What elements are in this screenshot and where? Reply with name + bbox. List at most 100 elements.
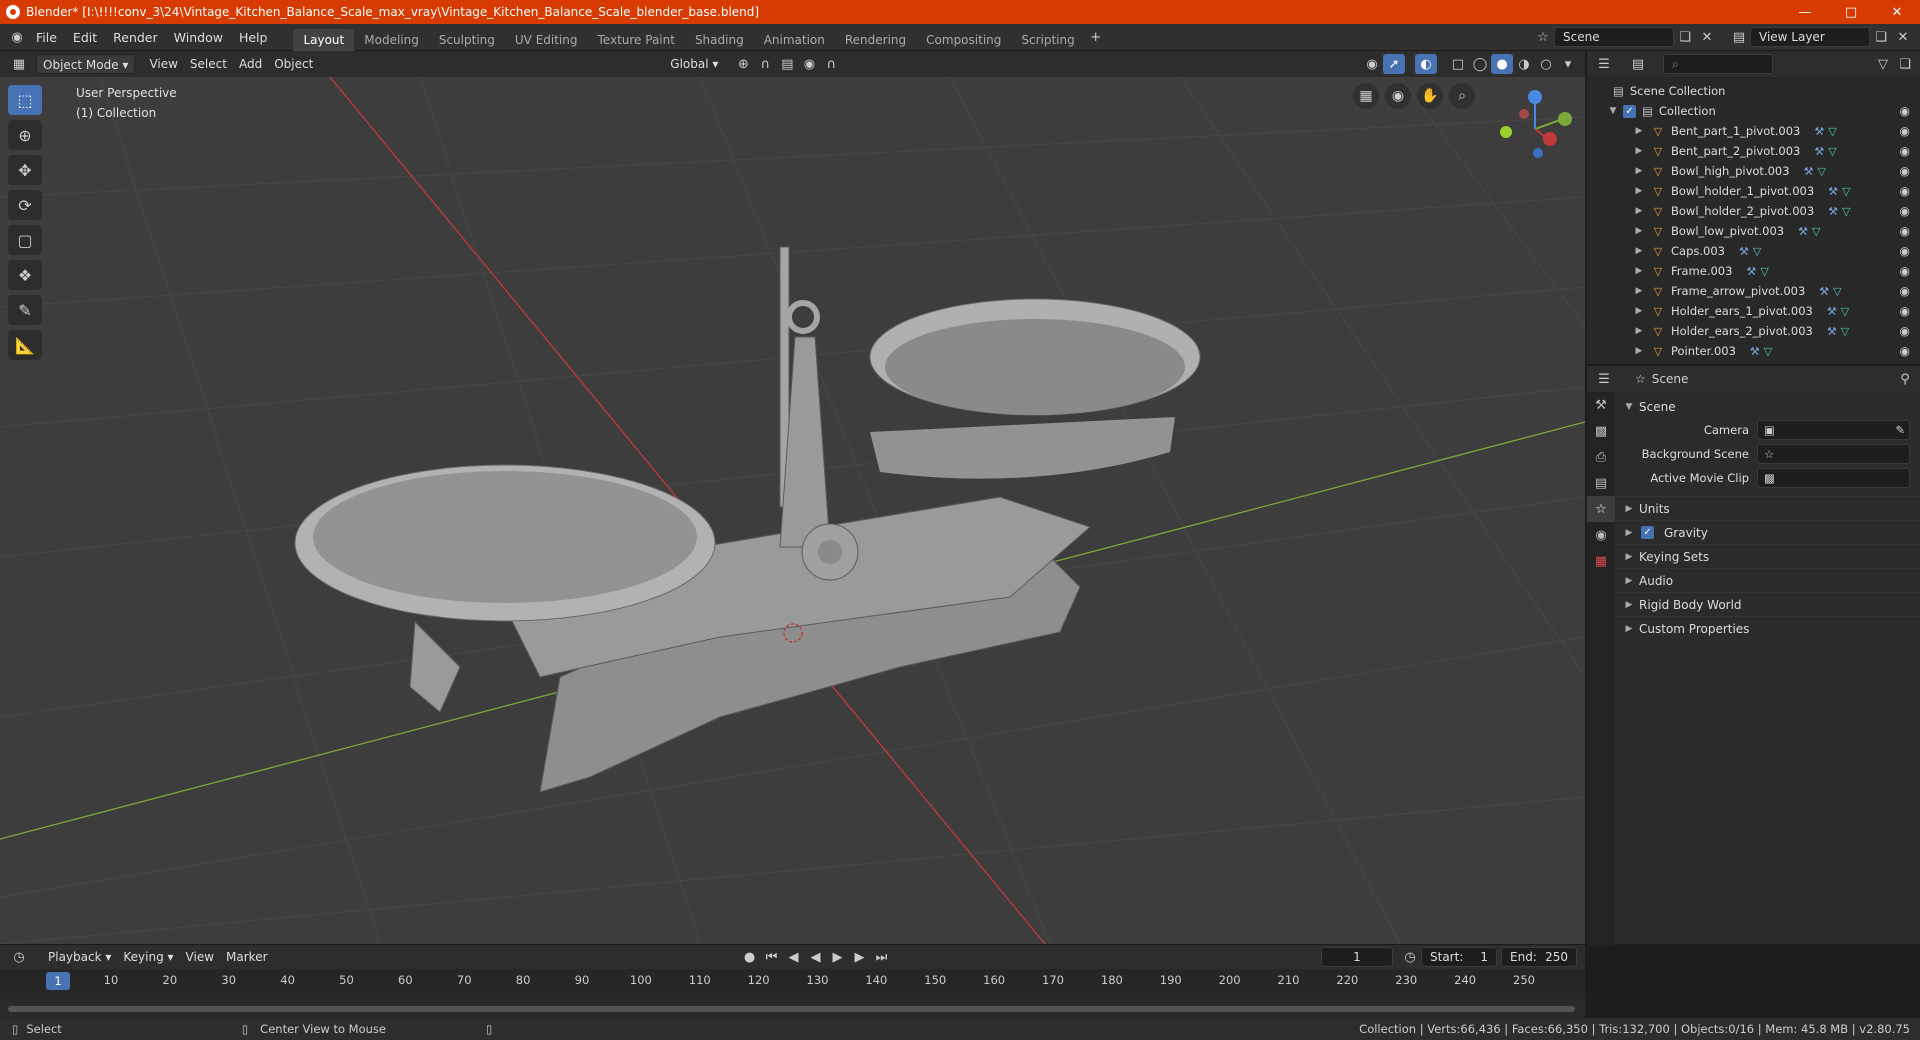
tab-modeling[interactable]: Modeling	[354, 29, 429, 51]
expand-right-icon[interactable]: ▶	[1633, 226, 1645, 236]
tab-scripting[interactable]: Scripting	[1011, 29, 1084, 51]
eye-icon[interactable]: ◉	[1900, 284, 1910, 298]
menu-view[interactable]: View	[143, 54, 183, 74]
tree-collection[interactable]: ▼ ✓ ▤ Collection ◉	[1587, 101, 1920, 121]
modifier-wrench-icon[interactable]: ⚒	[1828, 205, 1838, 218]
subpanel-header[interactable]: ▶ Keying Sets	[1617, 544, 1920, 568]
rendered-shading-icon[interactable]: ○	[1535, 54, 1557, 74]
tree-object-item[interactable]: ▶ ▽ Holder_ears_2_pivot.003 ⚒ ▽ ◉	[1587, 321, 1920, 341]
view-layer-tab-icon[interactable]: ▤	[1587, 470, 1615, 496]
start-frame-field[interactable]: Start: 1	[1421, 947, 1497, 967]
scene-tab-icon[interactable]: ☆	[1587, 496, 1615, 522]
mesh-data-icon[interactable]: ▽	[1817, 165, 1825, 178]
play-icon[interactable]: ▶	[827, 947, 849, 967]
expand-right-icon[interactable]: ▶	[1633, 286, 1645, 296]
background-scene-field[interactable]: ☆	[1757, 444, 1910, 464]
eyedropper-icon[interactable]: ✎	[1895, 423, 1905, 437]
tree-scene-collection[interactable]: ▤ Scene Collection	[1587, 81, 1920, 101]
menu-playback[interactable]: Playback ▾	[42, 947, 117, 967]
delete-view-layer-icon[interactable]: ✕	[1892, 27, 1914, 47]
texture-tab-icon[interactable]: ▦	[1587, 548, 1615, 574]
eye-icon[interactable]: ◉	[1900, 264, 1910, 278]
menu-object[interactable]: Object	[268, 54, 319, 74]
properties-editor-icon[interactable]: ☰	[1593, 369, 1615, 389]
menu-keying[interactable]: Keying ▾	[117, 947, 179, 967]
menu-timeline-view[interactable]: View	[180, 947, 220, 967]
expand-right-icon[interactable]: ▶	[1633, 166, 1645, 176]
close-icon[interactable]: ✕	[1874, 0, 1920, 24]
next-keyframe-icon[interactable]: ▶	[849, 947, 871, 967]
expand-right-icon[interactable]: ▶	[1633, 306, 1645, 316]
menu-add[interactable]: Add	[233, 54, 268, 74]
mesh-data-icon[interactable]: ▽	[1842, 205, 1850, 218]
menu-help[interactable]: Help	[231, 24, 276, 51]
modifier-wrench-icon[interactable]: ⚒	[1828, 185, 1838, 198]
modifier-wrench-icon[interactable]: ⚒	[1827, 325, 1837, 338]
view-layer-selector[interactable]: View Layer	[1750, 27, 1870, 47]
eye-icon[interactable]: ◉	[1900, 164, 1910, 178]
play-reverse-icon[interactable]: ◀	[805, 947, 827, 967]
eye-icon[interactable]: ◉	[1900, 124, 1910, 138]
menu-file[interactable]: File	[28, 24, 65, 51]
zoom-icon[interactable]: ⌕	[1449, 83, 1475, 109]
cursor-tool[interactable]: ⊕	[8, 120, 42, 150]
eye-icon[interactable]: ◉	[1900, 104, 1910, 118]
record-icon[interactable]: ●	[739, 947, 761, 967]
movie-clip-field[interactable]: ▩	[1757, 468, 1910, 488]
snap-target-icon[interactable]: ▤	[776, 54, 798, 74]
view-layer-icon[interactable]: ▤	[1728, 27, 1750, 47]
mesh-data-icon[interactable]: ▽	[1760, 265, 1768, 278]
expand-right-icon[interactable]: ▶	[1633, 246, 1645, 256]
timeline-scrollbar[interactable]	[8, 1006, 1575, 1012]
wireframe-shading-icon[interactable]: ◯	[1469, 54, 1491, 74]
eye-icon[interactable]: ◉	[1900, 324, 1910, 338]
balance-scale-model[interactable]	[294, 246, 1201, 793]
pin-icon[interactable]: ⚲	[1894, 369, 1916, 389]
tree-object-item[interactable]: ▶ ▽ Frame_arrow_pivot.003 ⚒ ▽ ◉	[1587, 281, 1920, 301]
eye-icon[interactable]: ◉	[1900, 244, 1910, 258]
xray-icon[interactable]: □	[1447, 54, 1469, 74]
render-tab-icon[interactable]: ▩	[1587, 418, 1615, 444]
tree-object-item[interactable]: ▶ ▽ Frame.003 ⚒ ▽ ◉	[1587, 261, 1920, 281]
mesh-data-icon[interactable]: ▽	[1842, 185, 1850, 198]
frame-indicator[interactable]: 1	[46, 972, 70, 990]
tab-uv-editing[interactable]: UV Editing	[505, 29, 588, 51]
mesh-data-icon[interactable]: ▽	[1841, 305, 1849, 318]
outliner-editor-icon[interactable]: ☰	[1593, 54, 1615, 74]
scale-tool[interactable]: ▢	[8, 225, 42, 255]
new-collection-icon[interactable]: ❏	[1894, 54, 1916, 74]
tree-object-item[interactable]: ▶ ▽ Bent_part_1_pivot.003 ⚒ ▽ ◉	[1587, 121, 1920, 141]
expand-right-icon[interactable]: ▶	[1633, 186, 1645, 196]
end-frame-field[interactable]: End: 250	[1501, 947, 1577, 967]
new-view-layer-icon[interactable]: ❏	[1870, 27, 1892, 47]
tree-object-item[interactable]: ▶ ▽ Bent_part_2_pivot.003 ⚒ ▽ ◉	[1587, 141, 1920, 161]
tree-object-item[interactable]: ▶ ▽ Bowl_holder_2_pivot.003 ⚒ ▽ ◉	[1587, 201, 1920, 221]
preview-range-icon[interactable]: ◷	[1399, 947, 1421, 967]
transform-tool[interactable]: ❖	[8, 260, 42, 290]
eye-icon[interactable]: ◉	[1900, 344, 1910, 358]
modifier-wrench-icon[interactable]: ⚒	[1739, 245, 1749, 258]
editor-type-icon[interactable]: ▦	[8, 54, 30, 74]
modifier-wrench-icon[interactable]: ⚒	[1814, 145, 1824, 158]
modifier-wrench-icon[interactable]: ⚒	[1827, 305, 1837, 318]
proportional-edit-icon[interactable]: ◉	[798, 54, 820, 74]
grid-view-icon[interactable]: ▦	[1353, 83, 1379, 109]
jump-start-icon[interactable]: ⏮	[761, 947, 783, 967]
pan-hand-icon[interactable]: ✋	[1417, 83, 1443, 109]
tool-tab-icon[interactable]: ⚒	[1587, 392, 1615, 418]
world-tab-icon[interactable]: ◉	[1587, 522, 1615, 548]
subpanel-header[interactable]: ▶ Audio	[1617, 568, 1920, 592]
modifier-wrench-icon[interactable]: ⚒	[1746, 265, 1756, 278]
solid-shading-icon[interactable]: ●	[1491, 54, 1513, 74]
scene-icon[interactable]: ☆	[1532, 27, 1554, 47]
menu-render[interactable]: Render	[105, 24, 166, 51]
modifier-wrench-icon[interactable]: ⚒	[1798, 225, 1808, 238]
minimize-icon[interactable]: —	[1782, 0, 1828, 24]
mesh-data-icon[interactable]: ▽	[1753, 245, 1761, 258]
pivot-icon[interactable]: ⊕	[732, 54, 754, 74]
snap-icon[interactable]: ∩	[754, 54, 776, 74]
subpanel-header[interactable]: ▶ Custom Properties	[1617, 616, 1920, 640]
gizmo-icon[interactable]: ➚	[1383, 54, 1405, 74]
mesh-data-icon[interactable]: ▽	[1841, 325, 1849, 338]
eye-icon[interactable]: ◉	[1900, 144, 1910, 158]
